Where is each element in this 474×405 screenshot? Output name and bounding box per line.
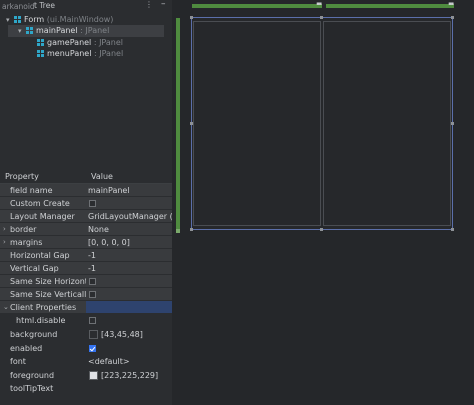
tree-item-label: mainPanel bbox=[36, 26, 78, 35]
property-name: font bbox=[10, 357, 26, 366]
property-value[interactable]: None bbox=[88, 223, 109, 235]
property-name: html.disable bbox=[16, 316, 66, 325]
property-value[interactable]: -1 bbox=[88, 262, 96, 274]
chevron-down-icon[interactable]: ▾ bbox=[18, 25, 26, 37]
property-row-same-size-vertically[interactable]: Same Size Vertically bbox=[0, 288, 172, 301]
background-color-swatch[interactable] bbox=[89, 330, 98, 339]
property-inspector: Property Value field name mainPanel Cust… bbox=[0, 171, 172, 405]
property-row-same-size-horizontally[interactable]: Same Size Horizontally bbox=[0, 275, 172, 288]
column-header-bar[interactable]: ▪▪ bbox=[192, 1, 322, 8]
column-size-marker: ▪▪ bbox=[316, 1, 322, 7]
property-table-header: Property Value bbox=[0, 171, 172, 184]
property-row-client-properties[interactable]: ⌄ Client Properties bbox=[0, 301, 172, 314]
property-name: Layout Manager bbox=[10, 212, 75, 221]
chevron-right-icon[interactable]: › bbox=[3, 236, 6, 248]
column-size-marker: ▪▪ bbox=[448, 1, 454, 7]
property-value[interactable]: [43,45,48] bbox=[101, 328, 143, 340]
tree-item-type: : JPanel bbox=[93, 49, 124, 58]
resize-handle[interactable] bbox=[320, 16, 323, 19]
column-header-bar[interactable]: ▪▪ bbox=[326, 1, 454, 8]
property-column-header: Property bbox=[5, 172, 39, 181]
component-icon bbox=[37, 50, 44, 57]
property-name: Client Properties bbox=[10, 303, 77, 312]
property-value[interactable]: -1 bbox=[88, 249, 96, 261]
tree-item-label: gamePanel bbox=[47, 38, 92, 47]
chevron-down-icon[interactable]: ⌄ bbox=[3, 301, 9, 313]
property-row-margins[interactable]: › margins [0, 0, 0, 0] bbox=[0, 236, 172, 249]
component-icon bbox=[37, 39, 44, 46]
property-value[interactable]: mainPanel bbox=[88, 184, 130, 196]
tree-item-mainpanel[interactable]: ▾ mainPanel : JPanel bbox=[8, 25, 164, 37]
grid-cell-game-panel[interactable] bbox=[193, 21, 321, 226]
property-row-horizontal-gap[interactable]: Horizontal Gap -1 bbox=[0, 249, 172, 262]
resize-handle[interactable] bbox=[190, 122, 193, 125]
component-tree-title: t Tree bbox=[34, 1, 55, 10]
property-value[interactable]: [0, 0, 0, 0] bbox=[88, 236, 130, 248]
property-row-tooltiptext[interactable]: toolTipText bbox=[0, 382, 172, 395]
client-properties-value[interactable] bbox=[86, 301, 172, 314]
property-name: enabled bbox=[10, 344, 43, 353]
property-name: Same Size Vertically bbox=[10, 290, 86, 299]
property-name: Same Size Horizontally bbox=[10, 277, 86, 286]
property-value[interactable]: [223,225,229] bbox=[101, 369, 158, 381]
tree-item-menupanel[interactable]: menuPanel : JPanel bbox=[37, 48, 123, 60]
same-size-horizontally-checkbox[interactable] bbox=[89, 278, 96, 285]
component-tree-header: arkanoid t Tree ⋮ – bbox=[0, 0, 172, 11]
resize-handle[interactable] bbox=[451, 122, 454, 125]
foreground-color-swatch[interactable] bbox=[89, 371, 98, 380]
chevron-right-icon[interactable]: › bbox=[3, 223, 6, 235]
property-name: field name bbox=[10, 186, 53, 195]
property-name: toolTipText bbox=[10, 384, 54, 393]
property-row-html-disable[interactable]: html.disable bbox=[0, 314, 172, 327]
property-row-border[interactable]: › border None bbox=[0, 223, 172, 236]
property-name: Vertical Gap bbox=[10, 264, 59, 273]
property-name: Custom Create bbox=[10, 199, 70, 208]
property-value[interactable]: GridLayoutManager (I... bbox=[88, 210, 172, 222]
property-name: Horizontal Gap bbox=[10, 251, 70, 260]
resize-handle[interactable] bbox=[451, 228, 454, 231]
property-row-foreground[interactable]: foreground [223,225,229] bbox=[0, 369, 172, 382]
component-tree-panel: arkanoid t Tree ⋮ – ▾ Form (ui.MainWindow… bbox=[0, 0, 172, 170]
property-name: foreground bbox=[10, 371, 55, 380]
property-row-enabled[interactable]: enabled bbox=[0, 342, 172, 355]
tree-item-type: : JPanel bbox=[93, 38, 124, 47]
resize-handle[interactable] bbox=[451, 16, 454, 19]
property-row-vertical-gap[interactable]: Vertical Gap -1 bbox=[0, 262, 172, 275]
grid-cell-menu-panel[interactable] bbox=[323, 21, 451, 226]
options-icon[interactable]: ⋮ bbox=[145, 0, 153, 9]
resize-handle[interactable] bbox=[190, 228, 193, 231]
custom-create-checkbox[interactable] bbox=[89, 200, 96, 207]
row-header-bar[interactable] bbox=[176, 18, 180, 233]
property-row-custom-create[interactable]: Custom Create bbox=[0, 197, 172, 210]
row-size-marker bbox=[176, 229, 180, 233]
component-icon bbox=[14, 16, 21, 23]
component-icon bbox=[26, 27, 33, 34]
tree-item-type: : JPanel bbox=[80, 26, 110, 35]
gui-designer-window: arkanoid t Tree ⋮ – ▾ Form (ui.MainWindow… bbox=[0, 0, 474, 405]
value-column-header: Value bbox=[91, 172, 113, 181]
property-name: border bbox=[10, 225, 37, 234]
tree-item-label: menuPanel bbox=[47, 49, 92, 58]
property-name: margins bbox=[10, 238, 43, 247]
minimize-icon[interactable]: – bbox=[161, 0, 166, 9]
property-row-font[interactable]: font <default> bbox=[0, 355, 172, 368]
project-name-label: arkanoid bbox=[2, 2, 35, 11]
property-row-layout-manager[interactable]: Layout Manager GridLayoutManager (I... bbox=[0, 210, 172, 223]
property-row-field-name[interactable]: field name mainPanel bbox=[0, 184, 172, 197]
property-value[interactable]: <default> bbox=[88, 355, 130, 367]
property-row-background[interactable]: background [43,45,48] bbox=[0, 328, 172, 341]
html-disable-checkbox[interactable] bbox=[89, 317, 96, 324]
same-size-vertically-checkbox[interactable] bbox=[89, 291, 96, 298]
resize-handle[interactable] bbox=[320, 228, 323, 231]
resize-handle[interactable] bbox=[190, 16, 193, 19]
tree-item-type: (ui.MainWindow) bbox=[46, 15, 114, 24]
property-name: background bbox=[10, 330, 58, 339]
main-panel-outline[interactable] bbox=[190, 16, 454, 231]
tree-item-label: Form bbox=[24, 15, 45, 24]
enabled-checkbox[interactable] bbox=[89, 345, 96, 352]
